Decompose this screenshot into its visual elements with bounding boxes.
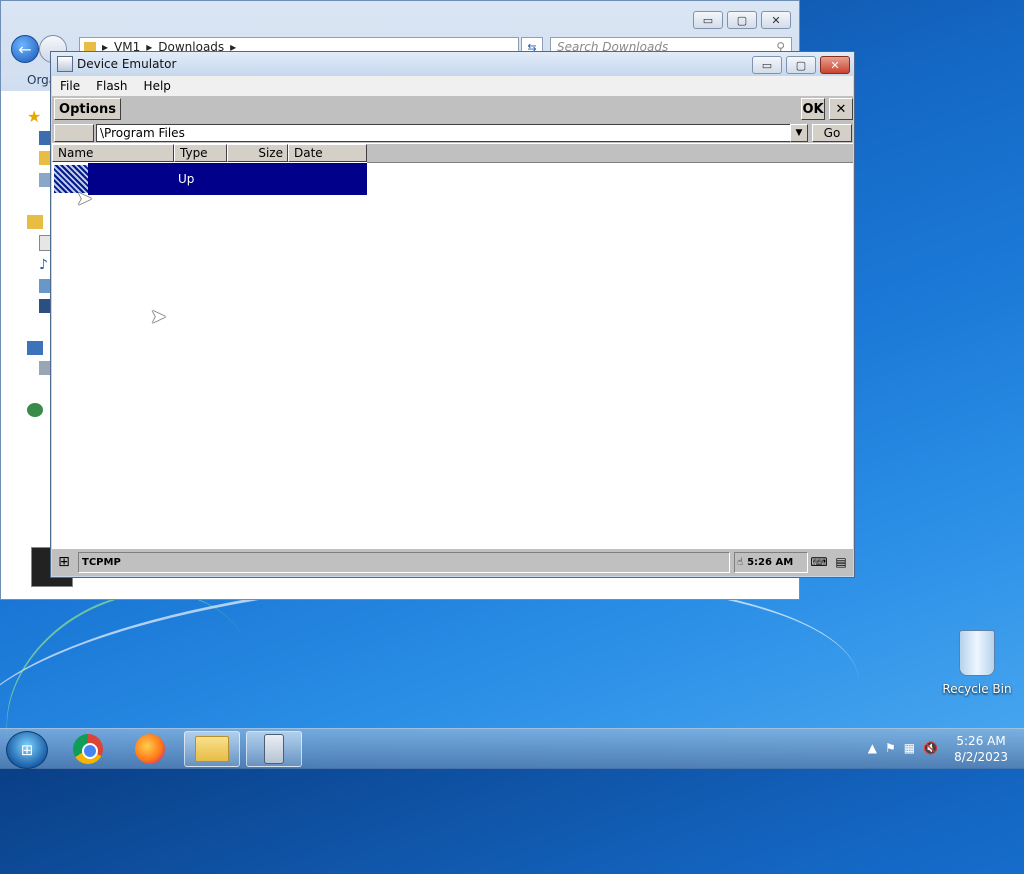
emulator-close-button[interactable]: ✕ (820, 56, 850, 74)
recycle-bin[interactable]: Recycle Bin (942, 630, 1012, 696)
start-button[interactable]: ⊞ (6, 731, 48, 769)
menu-file[interactable]: File (60, 79, 80, 93)
taskbar-file-explorer[interactable] (184, 731, 240, 767)
emulator-minimize-button[interactable]: ▭ (752, 56, 782, 74)
firefox-icon (135, 734, 165, 764)
network-icon[interactable] (27, 403, 43, 417)
emulator-menubar: File Flash Help (52, 76, 853, 96)
keyboard-icon[interactable]: ⌨ (810, 553, 828, 571)
recycle-bin-label: Recycle Bin (942, 682, 1012, 696)
chrome-icon (73, 734, 103, 764)
column-header-filler (367, 144, 853, 163)
menu-flash[interactable]: Flash (96, 79, 127, 93)
mouse-cursor-icon: ➤ (76, 186, 93, 210)
ce-clock[interactable]: 5:26 AM (747, 557, 793, 568)
path-row: \Program Files ▼ Go (52, 122, 853, 143)
emulator-maximize-button[interactable]: ▢ (786, 56, 816, 74)
computer-icon[interactable] (27, 341, 43, 355)
explorer-close-button[interactable]: ✕ (761, 11, 791, 29)
explorer-maximize-button[interactable]: ▢ (727, 11, 757, 29)
system-clock[interactable]: 5:26 AM 8/2/2023 (954, 733, 1008, 765)
column-header-name[interactable]: Name (52, 144, 174, 162)
ce-taskbar: ⊞ TCPMP ☝ 5:26 AM ⌨ ▤ (52, 548, 853, 576)
column-header-date[interactable]: Date (288, 144, 367, 162)
device-screen[interactable]: Options OK ✕ \Program Files ▼ Go Name Ty… (52, 96, 853, 576)
parent-folder-button[interactable] (54, 124, 94, 142)
system-tray: ▲ ⚑ ▦ 🔇 (868, 741, 938, 755)
emulator-window-controls: ▭ ▢ ✕ (752, 56, 850, 74)
libraries-icon[interactable] (27, 215, 43, 229)
options-button[interactable]: Options (54, 98, 121, 120)
ce-tray: ☝ 5:26 AM (734, 552, 808, 573)
explorer-window-controls: ▭ ▢ ✕ (693, 11, 791, 29)
recycle-bin-icon (959, 630, 995, 676)
ce-close-button[interactable]: ✕ (829, 98, 853, 120)
path-input[interactable]: \Program Files (96, 124, 796, 142)
go-button[interactable]: Go (812, 124, 852, 142)
menu-help[interactable]: Help (144, 79, 171, 93)
ok-button[interactable]: OK (801, 98, 825, 120)
taskbar-device-emulator[interactable] (246, 731, 302, 767)
column-header-size[interactable]: Size (227, 144, 288, 162)
window-switch-icon[interactable]: ▤ (832, 553, 850, 571)
hand-icon: ☝ (737, 557, 744, 568)
windows-taskbar: ⊞ ▲ ⚑ ▦ 🔇 5:26 AM 8/2/2023 (0, 728, 1024, 769)
explorer-minimize-button[interactable]: ▭ (693, 11, 723, 29)
device-emulator-icon (264, 734, 284, 764)
column-headers: Name Type Size Date (52, 144, 367, 162)
clock-date: 8/2/2023 (954, 750, 1008, 764)
network-icon[interactable]: ▦ (904, 741, 915, 755)
back-arrow-icon[interactable]: ← (11, 35, 39, 63)
ce-task-tcpmp[interactable]: TCPMP (78, 552, 730, 573)
clock-time: 5:26 AM (956, 734, 1006, 748)
list-item[interactable]: Up (52, 163, 367, 195)
mouse-cursor-icon: ➤ (150, 304, 167, 328)
device-emulator-window[interactable]: Device Emulator ▭ ▢ ✕ File Flash Help Op… (50, 51, 855, 578)
emulator-app-icon (57, 56, 73, 72)
ce-toolbar: Options OK ✕ (52, 96, 853, 123)
show-hidden-icons-arrow[interactable]: ▲ (868, 741, 877, 755)
windows-flag-icon[interactable]: ⊞ (54, 552, 74, 572)
file-explorer-icon (195, 736, 229, 762)
emulator-title: Device Emulator (77, 57, 177, 71)
volume-muted-icon[interactable]: 🔇 (923, 741, 938, 755)
favorites-star-icon[interactable]: ★ (27, 107, 43, 126)
action-center-flag-icon[interactable]: ⚑ (885, 741, 896, 755)
taskbar-firefox[interactable] (122, 731, 178, 767)
column-header-type[interactable]: Type (174, 144, 227, 162)
emulator-titlebar[interactable]: Device Emulator ▭ ▢ ✕ (51, 52, 854, 76)
taskbar-chrome[interactable] (60, 731, 116, 767)
chevron-down-icon[interactable]: ▼ (790, 124, 808, 142)
list-item-label: Up (88, 163, 367, 195)
